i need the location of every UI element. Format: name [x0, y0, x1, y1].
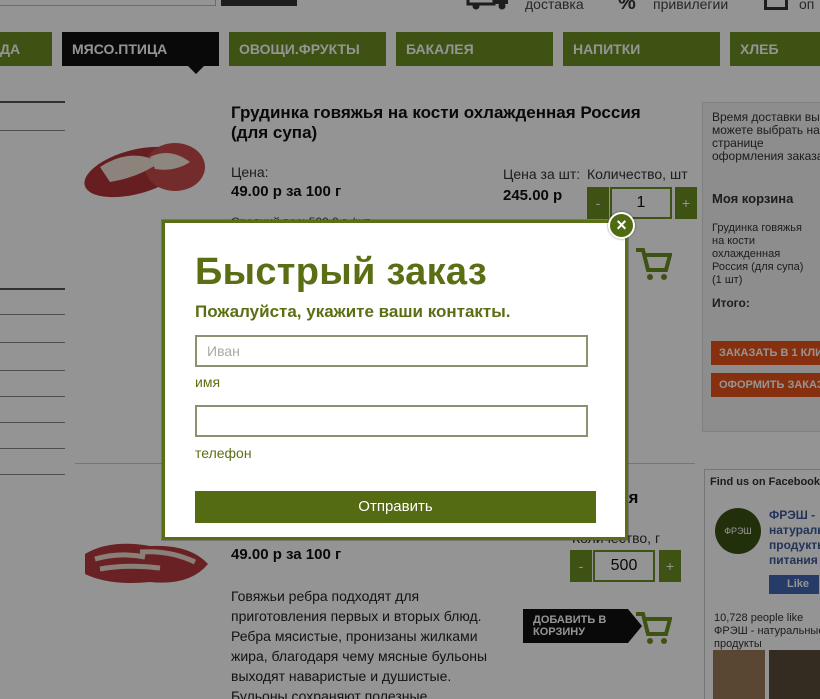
phone-label: телефон	[195, 445, 252, 461]
name-input[interactable]	[195, 335, 588, 367]
phone-input[interactable]	[195, 405, 588, 437]
close-icon[interactable]: ×	[608, 212, 635, 239]
submit-button[interactable]: Отправить	[195, 491, 596, 523]
quick-order-modal: Быстрый заказ Пожалуйста, укажите ваши к…	[162, 220, 628, 540]
modal-subtitle: Пожалуйста, укажите ваши контакты.	[195, 302, 511, 321]
modal-title: Быстрый заказ	[195, 251, 488, 293]
name-label: имя	[195, 374, 221, 390]
